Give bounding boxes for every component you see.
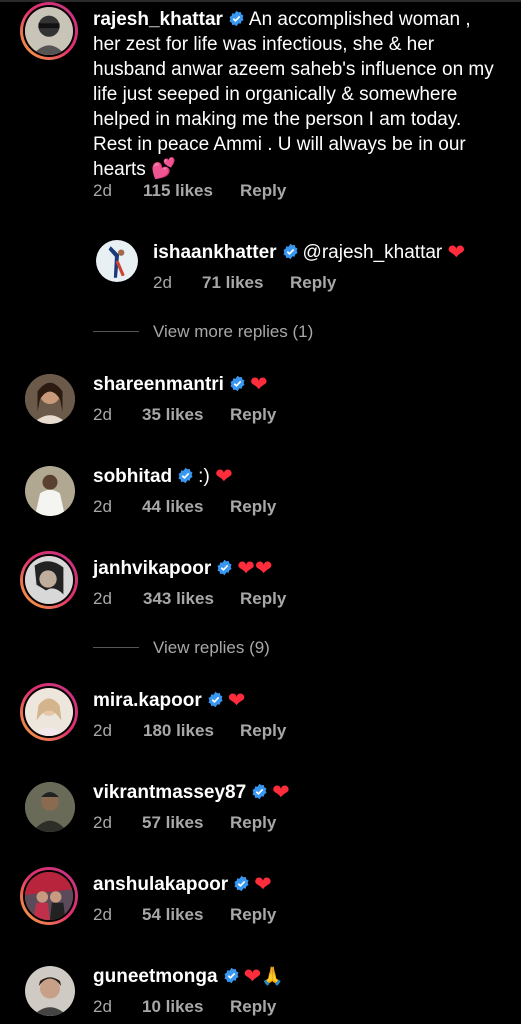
avatar[interactable] [96, 240, 138, 282]
reply-ishaankhatter: ishaankhatter @rajesh_khattar ❤ 2d 71 lik… [0, 230, 521, 300]
reply-button[interactable]: Reply [230, 497, 276, 517]
red-heart-emoji: ❤ [243, 965, 262, 988]
likes-count[interactable]: 54 likes [142, 905, 203, 925]
avatar[interactable] [25, 466, 75, 516]
likes-count[interactable]: 71 likes [202, 273, 263, 293]
reply-button[interactable]: Reply [230, 997, 276, 1017]
username[interactable]: rajesh_khattar [93, 9, 223, 30]
avatar[interactable] [20, 867, 78, 925]
likes-count[interactable]: 10 likes [142, 997, 203, 1017]
verified-badge-icon [229, 375, 246, 392]
red-heart-emoji: ❤❤ [237, 557, 273, 580]
verified-badge-icon [177, 467, 194, 484]
verified-badge-icon [282, 243, 299, 260]
red-heart-emoji: ❤ [249, 373, 268, 396]
avatar[interactable] [25, 782, 75, 832]
likes-count[interactable]: 343 likes [143, 589, 214, 609]
reply-button[interactable]: Reply [240, 181, 286, 201]
comment-time: 2d [93, 813, 112, 832]
comment-text-line-6: hearts [93, 159, 146, 180]
two-hearts-emoji: 💕 [151, 158, 176, 180]
comment-text: :) [198, 466, 210, 487]
reply-button[interactable]: Reply [230, 905, 276, 925]
username[interactable]: anshulakapoor [93, 874, 228, 895]
comment-text-line-3: life just seeped in organically & somewh… [93, 84, 458, 105]
comment-rajesh_khattar: rajesh_khattar An accomplished woman , he… [0, 0, 521, 210]
red-heart-emoji: ❤ [272, 781, 290, 804]
avatar[interactable] [20, 2, 78, 60]
comment-time: 2d [93, 589, 112, 608]
comment-time: 2d [93, 905, 112, 924]
username[interactable]: sobhitad [93, 466, 172, 487]
red-heart-emoji: ❤ [227, 689, 246, 712]
likes-count[interactable]: 44 likes [142, 497, 203, 517]
folded-hands-emoji: 🙏 [261, 966, 284, 986]
comment-text-line-5: Rest in peace Ammi . U will always be in… [93, 134, 466, 155]
comment-text-line-4: helped in making me the person I am toda… [93, 109, 462, 130]
username[interactable]: mira.kapoor [93, 690, 202, 711]
comment-anshulakapoor: anshulakapoor ❤ 2d 54 likes Reply [0, 862, 521, 932]
replies-divider [93, 331, 139, 332]
view-replies-button[interactable]: View replies (9) [153, 638, 270, 658]
likes-count[interactable]: 57 likes [142, 813, 203, 833]
mention-link[interactable]: @rajesh_khattar [303, 242, 443, 263]
comment-text-line-2: husband anwar azeem saheb's influence on… [93, 59, 494, 80]
comment-janhvikapoor: janhvikapoor ❤❤ 2d 343 likes Reply [0, 546, 521, 616]
username[interactable]: guneetmonga [93, 966, 218, 987]
replies-divider [93, 647, 139, 648]
red-heart-emoji: ❤ [447, 241, 466, 264]
verified-badge-icon [223, 967, 240, 984]
reply-button[interactable]: Reply [230, 405, 276, 425]
comment-sobhitad: sobhitad:) ❤ 2d 44 likes Reply [0, 454, 521, 524]
avatar[interactable] [20, 683, 78, 741]
comment-time: 2d [93, 497, 112, 516]
username[interactable]: janhvikapoor [93, 558, 211, 579]
reply-button[interactable]: Reply [230, 813, 276, 833]
view-more-replies-button[interactable]: View more replies (1) [153, 322, 313, 342]
avatar[interactable] [20, 551, 78, 609]
likes-count[interactable]: 35 likes [142, 405, 203, 425]
comment-time: 2d [93, 181, 112, 200]
comment-time: 2d [93, 721, 112, 740]
likes-count[interactable]: 180 likes [143, 721, 214, 741]
verified-badge-icon [228, 10, 245, 27]
comment-time: 2d [93, 405, 112, 424]
verified-badge-icon [251, 783, 268, 800]
reply-button[interactable]: Reply [290, 273, 336, 293]
username[interactable]: ishaankhatter [153, 242, 277, 263]
verified-badge-icon [207, 691, 224, 708]
reply-button[interactable]: Reply [240, 721, 286, 741]
comment-guneetmonga: guneetmonga ❤🙏 2d 10 likes Reply [0, 954, 521, 1024]
comment-mira-kapoor: mira.kapoor ❤ 2d 180 likes Reply [0, 678, 521, 748]
verified-badge-icon [216, 559, 233, 576]
comment-time: 2d [153, 273, 172, 292]
username[interactable]: vikrantmassey87 [93, 782, 246, 803]
red-heart-emoji: ❤ [254, 873, 272, 896]
comment-text-line-0: An accomplished woman , [248, 9, 471, 30]
red-heart-emoji: ❤ [215, 465, 233, 488]
comment-shareenmantri: shareenmantri ❤ 2d 35 likes Reply [0, 362, 521, 432]
likes-count[interactable]: 115 likes [143, 181, 213, 201]
avatar[interactable] [25, 966, 75, 1016]
comment-text-line-1: her zest for life was infectious, she & … [93, 34, 435, 55]
username[interactable]: shareenmantri [93, 374, 224, 395]
avatar[interactable] [25, 374, 75, 424]
verified-badge-icon [233, 875, 250, 892]
reply-button[interactable]: Reply [240, 589, 286, 609]
comment-vikrantmassey87: vikrantmassey87 ❤ 2d 57 likes Reply [0, 770, 521, 840]
comment-time: 2d [93, 997, 112, 1016]
